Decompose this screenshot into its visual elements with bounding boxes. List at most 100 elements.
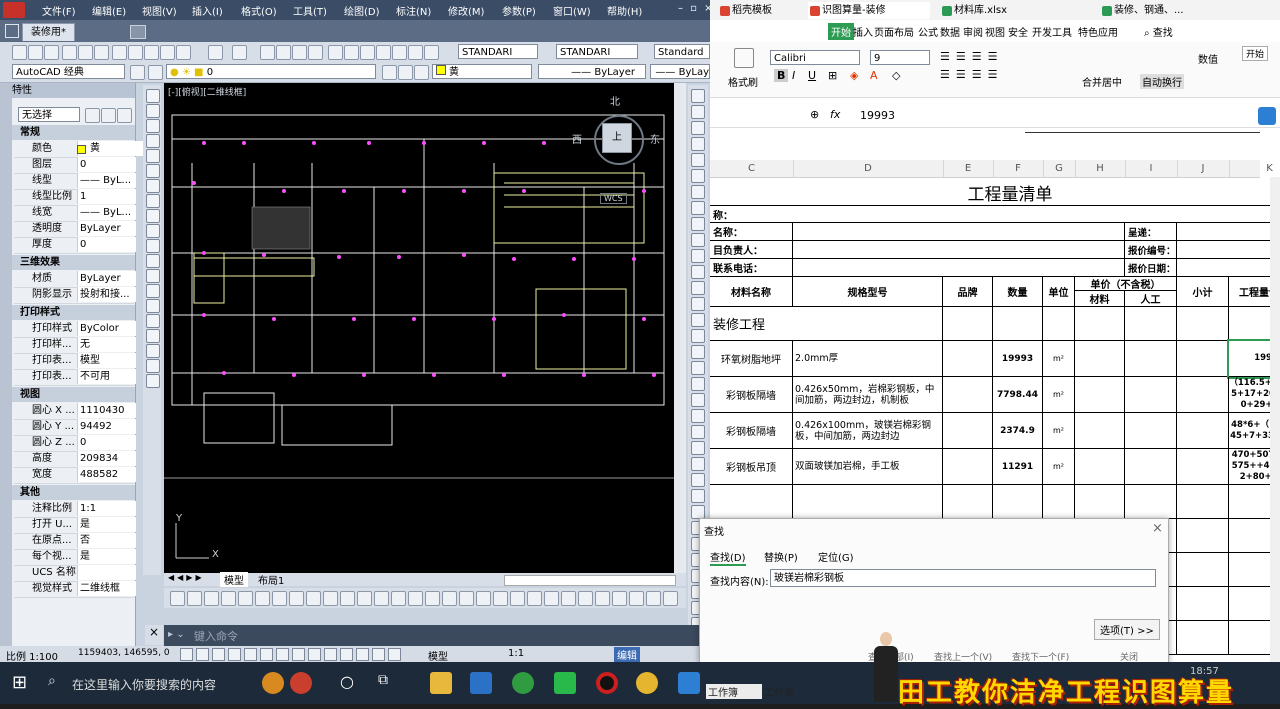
row-unit[interactable]: m² xyxy=(1043,449,1075,485)
prop-row[interactable]: 线型 —— ByL... xyxy=(14,173,136,190)
prop-row[interactable]: 厚度 0 xyxy=(14,237,136,254)
publish-icon[interactable] xyxy=(94,45,109,60)
row-subtotal[interactable] xyxy=(1177,449,1229,485)
print-icon[interactable] xyxy=(62,45,77,60)
app-blue-icon[interactable] xyxy=(678,672,700,694)
modify-tool-icon[interactable] xyxy=(691,121,705,135)
row-spec[interactable]: 双面玻镁加岩棉，手工板 xyxy=(793,449,943,485)
row-material-name[interactable]: 环氧树脂地坪 xyxy=(710,341,793,377)
row-brand[interactable] xyxy=(943,413,993,449)
prop-value[interactable]: 是 xyxy=(77,517,136,532)
workspace-combo[interactable]: AutoCAD 经典 xyxy=(12,64,125,79)
cell[interactable] xyxy=(1177,485,1229,519)
prop-group-header[interactable]: 视图 xyxy=(0,387,135,402)
row-material-name[interactable]: 彩钢板隔墙 xyxy=(710,377,793,413)
vertical-scrollbar[interactable] xyxy=(674,83,686,573)
draw-tool-icon[interactable] xyxy=(146,269,160,283)
dimension-tool-icon[interactable] xyxy=(442,591,457,606)
windows-start-icon[interactable]: ⊞ xyxy=(12,672,27,693)
prop-value[interactable]: 1110430 xyxy=(77,403,136,418)
pan-icon[interactable] xyxy=(260,45,275,60)
layer-combo[interactable]: ● ☀ ■ 0 xyxy=(166,64,376,79)
zoom-window-icon[interactable] xyxy=(292,45,307,60)
tool-palette-icon[interactable] xyxy=(360,45,375,60)
prop-row[interactable]: 圆心 Z ... 0 xyxy=(14,435,136,452)
prop-row[interactable]: 图层 0 xyxy=(14,157,136,174)
modify-tool-icon[interactable] xyxy=(691,153,705,167)
menu-help[interactable]: 帮助(H) xyxy=(607,3,642,18)
prop-row[interactable]: 阴影显示 投射和接... xyxy=(14,287,136,304)
prop-group-header[interactable]: 三维效果 xyxy=(0,255,135,270)
make-current-icon[interactable] xyxy=(382,65,397,80)
dimension-tool-icon[interactable] xyxy=(289,591,304,606)
row-material-price[interactable] xyxy=(1075,413,1125,449)
draw-tool-icon[interactable] xyxy=(146,314,160,328)
row-unit[interactable]: m² xyxy=(1043,413,1075,449)
dimension-tool-icon[interactable] xyxy=(204,591,219,606)
prop-row[interactable]: 颜色 黄 xyxy=(14,141,146,158)
lineweight-combo[interactable]: —— ByLay xyxy=(650,64,710,79)
paste-icon[interactable] xyxy=(734,48,754,68)
sheet-title[interactable]: 工程量清单 xyxy=(710,177,1280,207)
sheet-scrollbar[interactable] xyxy=(1270,177,1280,662)
app-green-icon[interactable] xyxy=(512,672,534,694)
prop-row[interactable]: 打印样式 ByColor xyxy=(14,321,136,338)
underline-button[interactable]: U xyxy=(808,69,816,82)
modify-tool-icon[interactable] xyxy=(691,217,705,231)
formula-input[interactable]: 19993 xyxy=(860,109,895,122)
draw-tool-icon[interactable] xyxy=(146,329,160,343)
dimension-tool-icon[interactable] xyxy=(306,591,321,606)
table-style-combo[interactable]: Standard xyxy=(654,44,710,59)
prop-value[interactable]: 0 xyxy=(77,237,136,252)
draw-tool-icon[interactable] xyxy=(146,344,160,358)
menu-review[interactable]: 审阅 xyxy=(963,24,983,39)
menu-home[interactable]: 开始 xyxy=(828,23,854,40)
modify-tool-icon[interactable] xyxy=(691,441,705,455)
menu-special[interactable]: 特色应用 xyxy=(1078,24,1118,39)
prop-value[interactable]: 0 xyxy=(77,157,136,172)
autocad-logo-icon[interactable] xyxy=(3,2,25,18)
info-label[interactable]: 称： xyxy=(710,205,1280,223)
halign-icons[interactable]: ☰☰☰☰ xyxy=(940,68,1003,81)
modify-tool-icon[interactable] xyxy=(691,361,705,375)
dimension-tool-icon[interactable] xyxy=(527,591,542,606)
menu-security[interactable]: 安全 xyxy=(1008,24,1028,39)
italic-button[interactable]: I xyxy=(792,69,795,82)
prop-value[interactable]: 1:1 xyxy=(77,501,136,516)
block-icon[interactable] xyxy=(176,45,191,60)
info-label[interactable]: 名称： xyxy=(710,223,793,241)
prop-value[interactable] xyxy=(77,565,136,580)
cell[interactable] xyxy=(1177,553,1229,587)
prop-group-header[interactable]: 其他 xyxy=(0,485,135,500)
cortana-icon[interactable]: ○ xyxy=(340,672,354,691)
column-header[interactable]: K xyxy=(1229,160,1280,177)
dim-style-combo[interactable]: STANDARI xyxy=(556,44,638,59)
modify-tool-icon[interactable] xyxy=(691,313,705,327)
draw-tool-icon[interactable] xyxy=(146,374,160,388)
store-icon[interactable] xyxy=(470,672,492,694)
row-subtotal[interactable] xyxy=(1177,341,1229,377)
dimension-tool-icon[interactable] xyxy=(425,591,440,606)
modify-tool-icon[interactable] xyxy=(691,249,705,263)
format-painter-button[interactable]: 格式刷 xyxy=(728,74,758,89)
palette-titlebar[interactable] xyxy=(0,83,12,646)
cell[interactable] xyxy=(1043,485,1075,519)
find-tab-goto[interactable]: 定位(G) xyxy=(818,549,854,564)
row-brand[interactable] xyxy=(943,449,993,485)
prop-row[interactable]: 透明度 ByLayer xyxy=(14,221,136,238)
prop-value[interactable]: 209834 xyxy=(77,451,136,466)
dimension-tool-icon[interactable] xyxy=(374,591,389,606)
modify-tool-icon[interactable] xyxy=(691,489,705,503)
dimension-tool-icon[interactable] xyxy=(595,591,610,606)
menu-formulas[interactable]: 公式 xyxy=(918,24,938,39)
modify-tool-icon[interactable] xyxy=(691,89,705,103)
paste-icon[interactable] xyxy=(144,45,159,60)
prop-row[interactable]: 打开 U... 是 xyxy=(14,517,136,534)
zoom-realtime-icon[interactable] xyxy=(276,45,291,60)
undo-icon[interactable] xyxy=(208,45,223,60)
quick-select-icon[interactable] xyxy=(117,108,132,123)
draw-tool-icon[interactable] xyxy=(146,194,160,208)
task-view-icon[interactable]: ⧉ xyxy=(378,672,388,688)
row-quantity[interactable]: 19993 xyxy=(993,341,1043,377)
row-quantity[interactable]: 11291 xyxy=(993,449,1043,485)
